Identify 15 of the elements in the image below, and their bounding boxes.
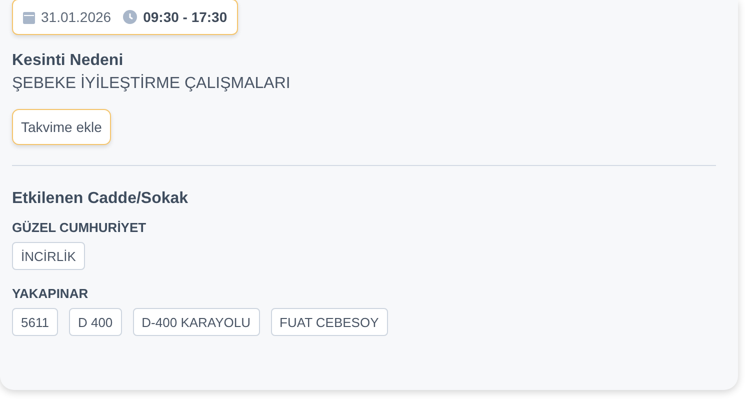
street-tag: D 400: [68, 308, 122, 336]
outage-date: 31.01.2026: [41, 9, 112, 25]
affected-streets-title: Etkilenen Cadde/Sokak: [12, 190, 190, 208]
reason-label: Kesinti Nedeni: [12, 52, 124, 70]
street-tag: 5611: [12, 308, 58, 336]
calendar-icon: [23, 10, 35, 24]
street-tag: FUAT CEBESOY: [270, 308, 388, 336]
neighborhood-name: YAKAPINAR: [12, 286, 90, 301]
outage-time: 09:30 - 17:30: [143, 9, 228, 25]
street-tag: İNCİRLİK: [12, 242, 85, 270]
reason-value: ŞEBEKE İYİLEŞTİRME ÇALIŞMALARI: [12, 75, 292, 93]
street-tag: D-400 KARAYOLU: [132, 308, 260, 336]
clock-icon: [123, 10, 138, 24]
neighborhood-name: GÜZEL CUMHURİYET: [12, 220, 148, 235]
add-to-calendar-button[interactable]: Takvime ekle: [12, 109, 111, 145]
